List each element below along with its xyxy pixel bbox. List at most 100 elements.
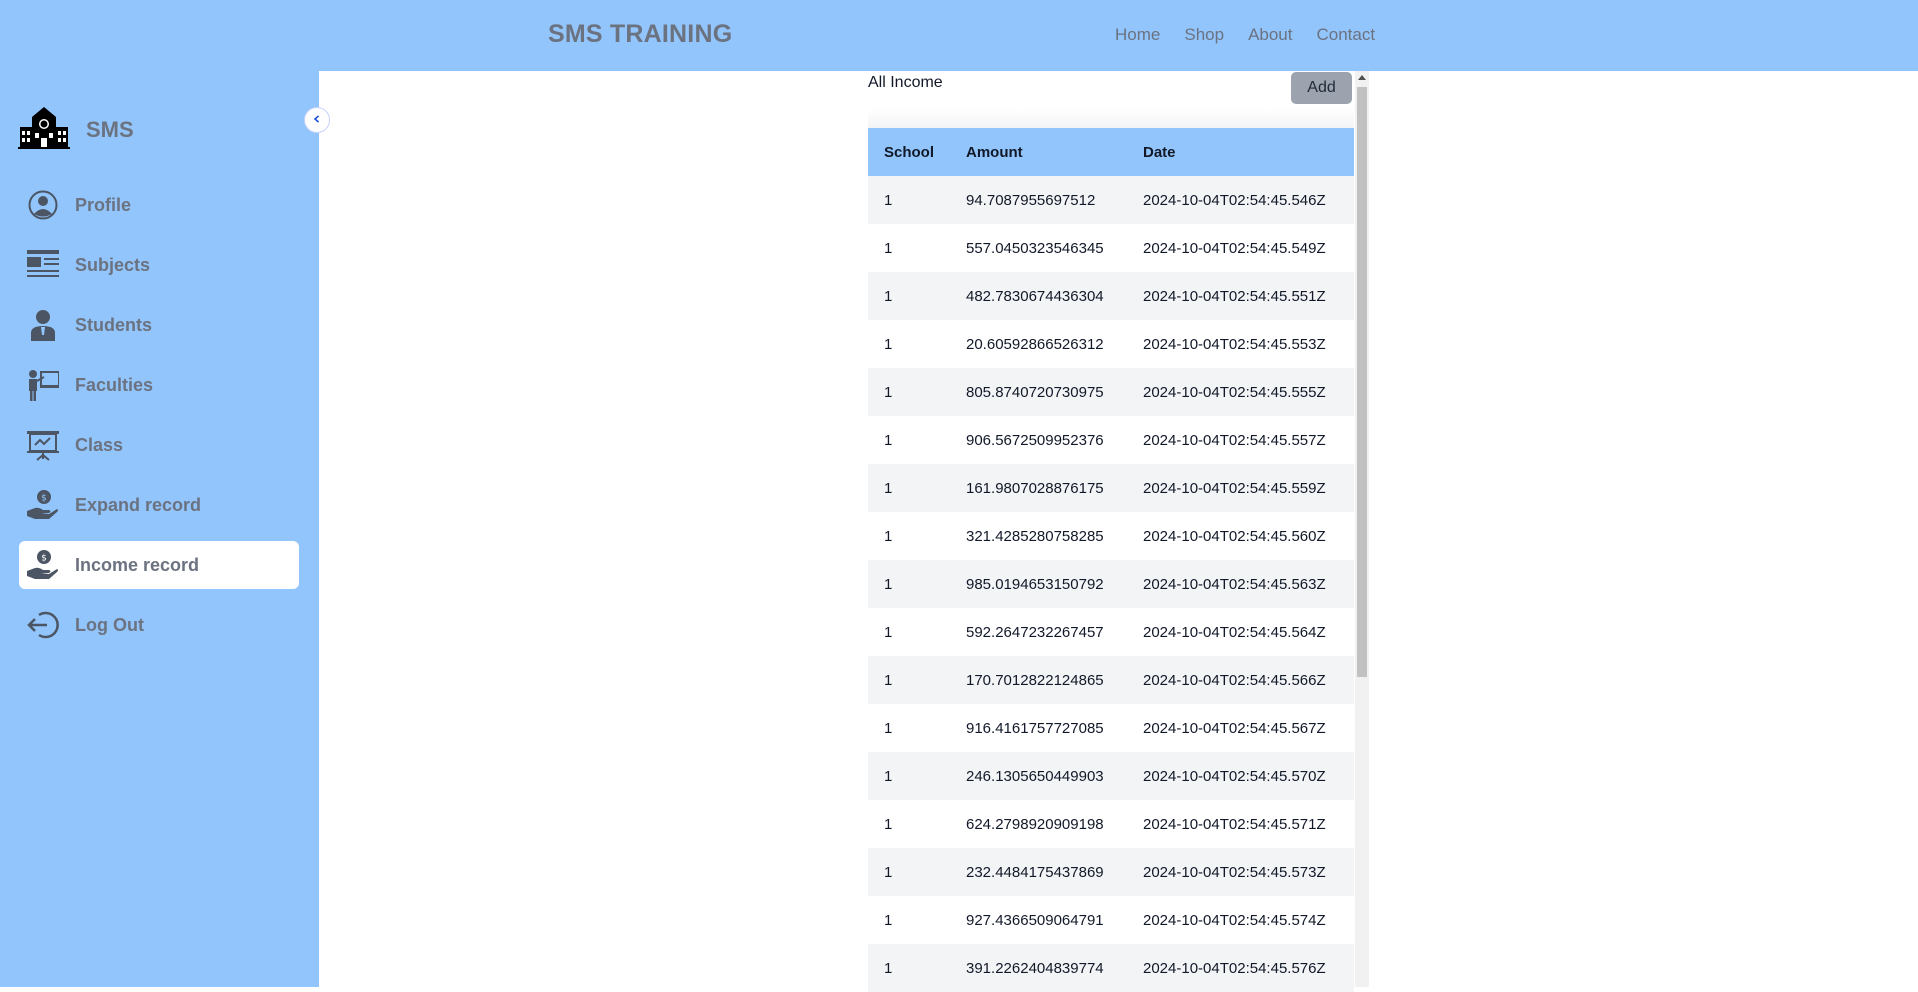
cell-school: 1 (884, 815, 893, 833)
cell-amount: 321.4285280758285 (966, 527, 1104, 545)
sidebar-item-label: Profile (75, 194, 132, 215)
cell-date: 2024-10-04T02:54:45.567Z (1143, 719, 1326, 737)
table-row[interactable]: 1 985.0194653150792 2024-10-04T02:54:45.56… (868, 560, 1354, 608)
cell-amount: 985.0194653150792 (966, 575, 1104, 593)
sidebar: SMS Profile Subjects Students Faculties … (0, 71, 319, 987)
cell-school: 1 (884, 911, 893, 929)
cell-school: 1 (884, 671, 893, 689)
table-row[interactable]: 1 170.7012822124865 2024-10-04T02:54:45.56… (868, 656, 1354, 704)
cell-amount: 927.4366509064791 (966, 911, 1104, 929)
column-header-date[interactable]: Date (1127, 128, 1354, 176)
cell-school: 1 (884, 191, 893, 209)
sidebar-item-logout[interactable]: Log Out (19, 601, 299, 649)
cell-school: 1 (884, 383, 893, 401)
cell-date: 2024-10-04T02:54:45.557Z (1143, 431, 1326, 449)
cell-date: 2024-10-04T02:54:45.546Z (1143, 191, 1326, 209)
cell-amount: 94.7087955697512 (966, 191, 1096, 209)
cell-school: 1 (884, 959, 893, 977)
page-title: All Income (868, 74, 943, 91)
cell-date: 2024-10-04T02:54:45.573Z (1143, 863, 1326, 881)
cell-date: 2024-10-04T02:54:45.560Z (1143, 527, 1326, 545)
sidebar-item-label: Expand record (75, 494, 202, 515)
cell-school: 1 (884, 719, 893, 737)
cell-school: 1 (884, 479, 893, 497)
cell-date: 2024-10-04T02:54:45.570Z (1143, 767, 1326, 785)
sidebar-item-label: Log Out (75, 614, 144, 635)
table-row[interactable]: 1 906.5672509952376 2024-10-04T02:54:45.55… (868, 416, 1354, 464)
scrollbar-thumb[interactable] (1357, 87, 1367, 677)
class-icon (27, 429, 59, 461)
sidebar-item-label: Class (75, 434, 124, 455)
table-row[interactable]: 1 246.1305650449903 2024-10-04T02:54:45.57… (868, 752, 1354, 800)
scroll-up-arrow-icon[interactable] (1358, 75, 1366, 80)
expand-record-icon: $ (27, 489, 59, 521)
table-row[interactable]: 1 321.4285280758285 2024-10-04T02:54:45.56… (868, 512, 1354, 560)
table-row[interactable]: 1 805.8740720730975 2024-10-04T02:54:45.55… (868, 368, 1354, 416)
cell-date: 2024-10-04T02:54:45.563Z (1143, 575, 1326, 593)
table-scrollbar[interactable] (1355, 71, 1369, 987)
table-row[interactable]: 1 624.2798920909198 2024-10-04T02:54:45.57… (868, 800, 1354, 848)
cell-amount: 592.2647232267457 (966, 623, 1104, 641)
sidebar-menu: Profile Subjects Students Faculties Clas… (19, 181, 299, 661)
table-row[interactable]: 1 391.2262404839774 2024-10-04T02:54:45.57… (868, 944, 1354, 992)
table-row[interactable]: 1 20.60592866526312 2024-10-04T02:54:45.55… (868, 320, 1354, 368)
cell-date: 2024-10-04T02:54:45.564Z (1143, 623, 1326, 641)
profile-icon (27, 189, 59, 221)
cell-school: 1 (884, 287, 893, 305)
svg-text:$: $ (41, 494, 47, 504)
income-table: School Amount Date 1 94.7087955697512 2024… (868, 128, 1354, 992)
table-row[interactable]: 1 482.7830674436304 2024-10-04T02:54:45.55… (868, 272, 1354, 320)
table-row[interactable]: 1 557.0450323546345 2024-10-04T02:54:45.54… (868, 224, 1354, 272)
add-income-button[interactable]: Add (1291, 72, 1352, 104)
table-header-row: School Amount Date (868, 128, 1354, 176)
students-icon (27, 309, 59, 341)
faculties-icon (27, 369, 59, 401)
table-row[interactable]: 1 592.2647232267457 2024-10-04T02:54:45.56… (868, 608, 1354, 656)
sidebar-logo-title: SMS (86, 116, 134, 142)
cell-date: 2024-10-04T02:54:45.549Z (1143, 239, 1326, 257)
cell-amount: 170.7012822124865 (966, 671, 1104, 689)
sidebar-logo[interactable]: SMS (18, 105, 134, 154)
sidebar-collapse-button[interactable] (304, 107, 330, 133)
cell-school: 1 (884, 527, 893, 545)
cell-date: 2024-10-04T02:54:45.553Z (1143, 335, 1326, 353)
sidebar-item-subjects[interactable]: Subjects (19, 241, 299, 289)
nav-home-link[interactable]: Home (1115, 25, 1160, 45)
column-header-amount[interactable]: Amount (950, 128, 1127, 176)
cell-date: 2024-10-04T02:54:45.559Z (1143, 479, 1326, 497)
sidebar-item-students[interactable]: Students (19, 301, 299, 349)
cell-amount: 482.7830674436304 (966, 287, 1104, 305)
nav-about-link[interactable]: About (1248, 25, 1292, 45)
sidebar-item-faculties[interactable]: Faculties (19, 361, 299, 409)
cell-amount: 232.4484175437869 (966, 863, 1104, 881)
sidebar-item-class[interactable]: Class (19, 421, 299, 469)
column-header-school[interactable]: School (868, 128, 950, 176)
chevron-left-icon (312, 111, 322, 129)
table-row[interactable]: 1 916.4161757727085 2024-10-04T02:54:45.56… (868, 704, 1354, 752)
cell-date: 2024-10-04T02:54:45.555Z (1143, 383, 1326, 401)
cell-amount: 161.9807028876175 (966, 479, 1104, 497)
sidebar-item-label: Subjects (75, 254, 151, 275)
svg-text:$: $ (41, 554, 47, 564)
cell-amount: 246.1305650449903 (966, 767, 1104, 785)
cell-date: 2024-10-04T02:54:45.551Z (1143, 287, 1326, 305)
table-row[interactable]: 1 94.7087955697512 2024-10-04T02:54:45.546… (868, 176, 1354, 224)
nav-contact-link[interactable]: Contact (1317, 25, 1376, 45)
cell-amount: 20.60592866526312 (966, 335, 1104, 353)
sidebar-item-label: Faculties (75, 374, 154, 395)
sidebar-item-income-record[interactable]: $ Income record (19, 541, 299, 589)
cell-amount: 916.4161757727085 (966, 719, 1104, 737)
brand-title[interactable]: SMS TRAINING (548, 20, 732, 49)
table-row[interactable]: 1 161.9807028876175 2024-10-04T02:54:45.55… (868, 464, 1354, 512)
cell-school: 1 (884, 239, 893, 257)
table-row[interactable]: 1 927.4366509064791 2024-10-04T02:54:45.57… (868, 896, 1354, 944)
cell-amount: 805.8740720730975 (966, 383, 1104, 401)
sidebar-item-label: Students (75, 314, 153, 335)
cell-school: 1 (884, 575, 893, 593)
income-table-container: School Amount Date 1 94.7087955697512 2024… (868, 128, 1354, 992)
sidebar-item-profile[interactable]: Profile (19, 181, 299, 229)
nav-shop-link[interactable]: Shop (1184, 25, 1224, 45)
table-row[interactable]: 1 232.4484175437869 2024-10-04T02:54:45.57… (868, 848, 1354, 896)
sidebar-item-expand-record[interactable]: $ Expand record (19, 481, 299, 529)
cell-school: 1 (884, 863, 893, 881)
